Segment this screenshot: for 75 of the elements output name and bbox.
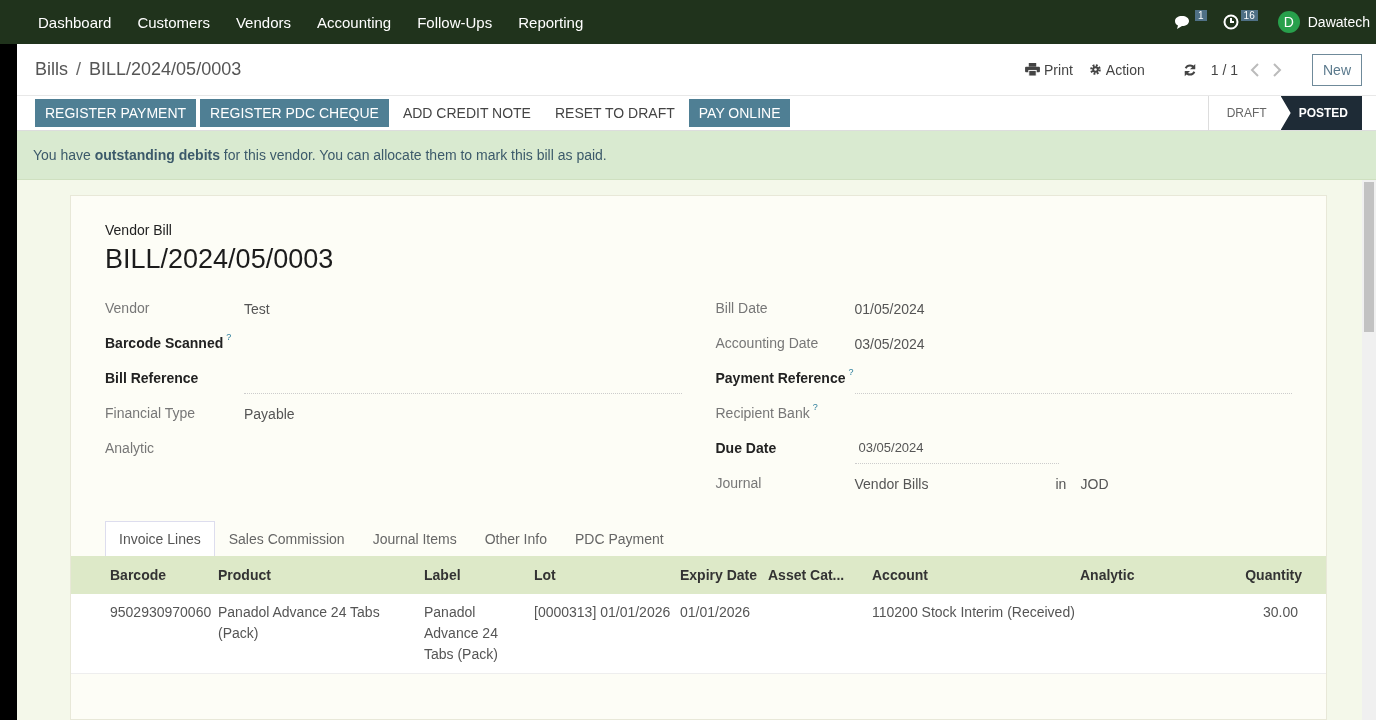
column-header[interactable]: Analytic <box>1080 567 1220 583</box>
table-cell-text: Panadol Advance 24 Tabs (Pack) <box>218 603 381 643</box>
previous-icon[interactable] <box>1250 62 1260 77</box>
help-mark[interactable]: ? <box>226 332 232 342</box>
column-header[interactable]: Expiry Date <box>680 567 768 583</box>
message-count-badge: 1 <box>1195 9 1207 21</box>
breadcrumb-separator: / <box>76 59 82 80</box>
pager-value: 1 / 1 <box>1210 61 1238 78</box>
document-title: BILL/2024/05/0003 <box>105 244 335 275</box>
menu-item[interactable]: Vendors <box>222 13 304 31</box>
table-cell-text: 110200 Stock Interim (Received) <box>872 603 1076 622</box>
field-label: Accounting Date <box>715 335 819 352</box>
table-cell-text: 01/01/2026 <box>680 603 752 622</box>
document-type: Vendor Bill <box>105 222 173 238</box>
field-label: Financial Type <box>105 405 195 422</box>
header-button[interactable]: REGISTER PDC CHEQUE <box>200 99 389 127</box>
table-cell-text: 30.00 <box>1261 603 1299 622</box>
field-connector: in <box>1055 475 1068 492</box>
menu-item[interactable]: Follow-Ups <box>404 13 506 31</box>
field-label: Payment Reference <box>715 370 846 387</box>
column-header[interactable]: Product <box>218 567 424 583</box>
notebook-tab[interactable]: Other Info <box>470 521 561 556</box>
header-button[interactable]: REGISTER PAYMENT <box>35 99 197 127</box>
field-value: Test <box>244 300 270 317</box>
menu-item[interactable]: Accounting <box>303 13 405 31</box>
help-mark[interactable]: ? <box>848 367 854 377</box>
field-label: Bill Date <box>715 300 768 317</box>
column-header[interactable]: Asset Cat... <box>768 567 872 583</box>
column-header[interactable]: Account <box>872 567 1080 583</box>
notebook-tab[interactable]: Invoice Lines <box>105 521 215 556</box>
breadcrumb-link[interactable]: Bills <box>35 59 68 80</box>
header-button[interactable]: ADD CREDIT NOTE <box>392 99 541 127</box>
notebook-tab[interactable]: Sales Commission <box>214 521 359 556</box>
notebook-tab[interactable]: PDC Payment <box>560 521 678 556</box>
field-label: Vendor <box>105 300 150 317</box>
header-button[interactable]: RESET TO DRAFT <box>544 99 685 127</box>
activity-count-badge: 16 <box>1240 9 1258 21</box>
help-mark[interactable]: ? <box>812 402 818 412</box>
table-cell-text: Panadol Advance 24 Tabs (Pack) <box>424 603 499 664</box>
status-stage[interactable]: POSTED <box>1280 96 1362 130</box>
field-value: 03/05/2024 <box>854 335 925 352</box>
alert-message: You have outstanding debits for this vendor. You can allocate them to mark this bill as paid. <box>33 147 607 163</box>
field-label: Analytic <box>105 440 155 457</box>
user-name[interactable]: Dawatech <box>1307 14 1370 30</box>
field-label: Recipient Bank <box>715 405 810 422</box>
column-header[interactable]: Lot <box>534 567 680 583</box>
field-value: Vendor Bills <box>854 475 930 492</box>
column-header[interactable]: Label <box>424 567 534 583</box>
next-icon[interactable] <box>1272 62 1282 77</box>
table-cell-text: 9502930970060 <box>110 603 213 622</box>
column-header[interactable]: Quantity <box>1220 567 1302 583</box>
gear-icon <box>1088 63 1102 76</box>
scrollbar[interactable] <box>1362 180 1376 720</box>
input-field[interactable]: 03/05/2024 <box>854 433 1059 464</box>
breadcrumb-current: BILL/2024/05/0003 <box>89 59 242 80</box>
action-button[interactable]: Action <box>1088 61 1145 78</box>
currency-value: JOD <box>1080 475 1109 492</box>
field-label: Barcode Scanned <box>105 335 224 352</box>
column-header[interactable]: Barcode <box>110 567 218 583</box>
clock-icon[interactable] <box>1222 14 1239 30</box>
refresh-icon[interactable] <box>1182 62 1197 77</box>
printer-icon <box>1025 63 1040 76</box>
new-button[interactable]: New <box>1312 53 1362 86</box>
field-value: Payable <box>244 405 295 422</box>
menu-item[interactable]: Reporting <box>505 13 597 31</box>
header-button[interactable]: PAY ONLINE <box>688 99 791 127</box>
table-cell-text: [0000313] 01/01/2026 <box>534 603 672 622</box>
menu-item[interactable]: Dashboard <box>25 13 125 31</box>
field-label: Journal <box>715 475 762 492</box>
field-label: Due Date <box>715 440 777 457</box>
print-button[interactable]: Print <box>1025 61 1073 78</box>
notebook-tab[interactable]: Journal Items <box>358 521 471 556</box>
field-label: Bill Reference <box>105 370 199 387</box>
field-value: 01/05/2024 <box>854 300 925 317</box>
menu-item[interactable]: Customers <box>124 13 223 31</box>
